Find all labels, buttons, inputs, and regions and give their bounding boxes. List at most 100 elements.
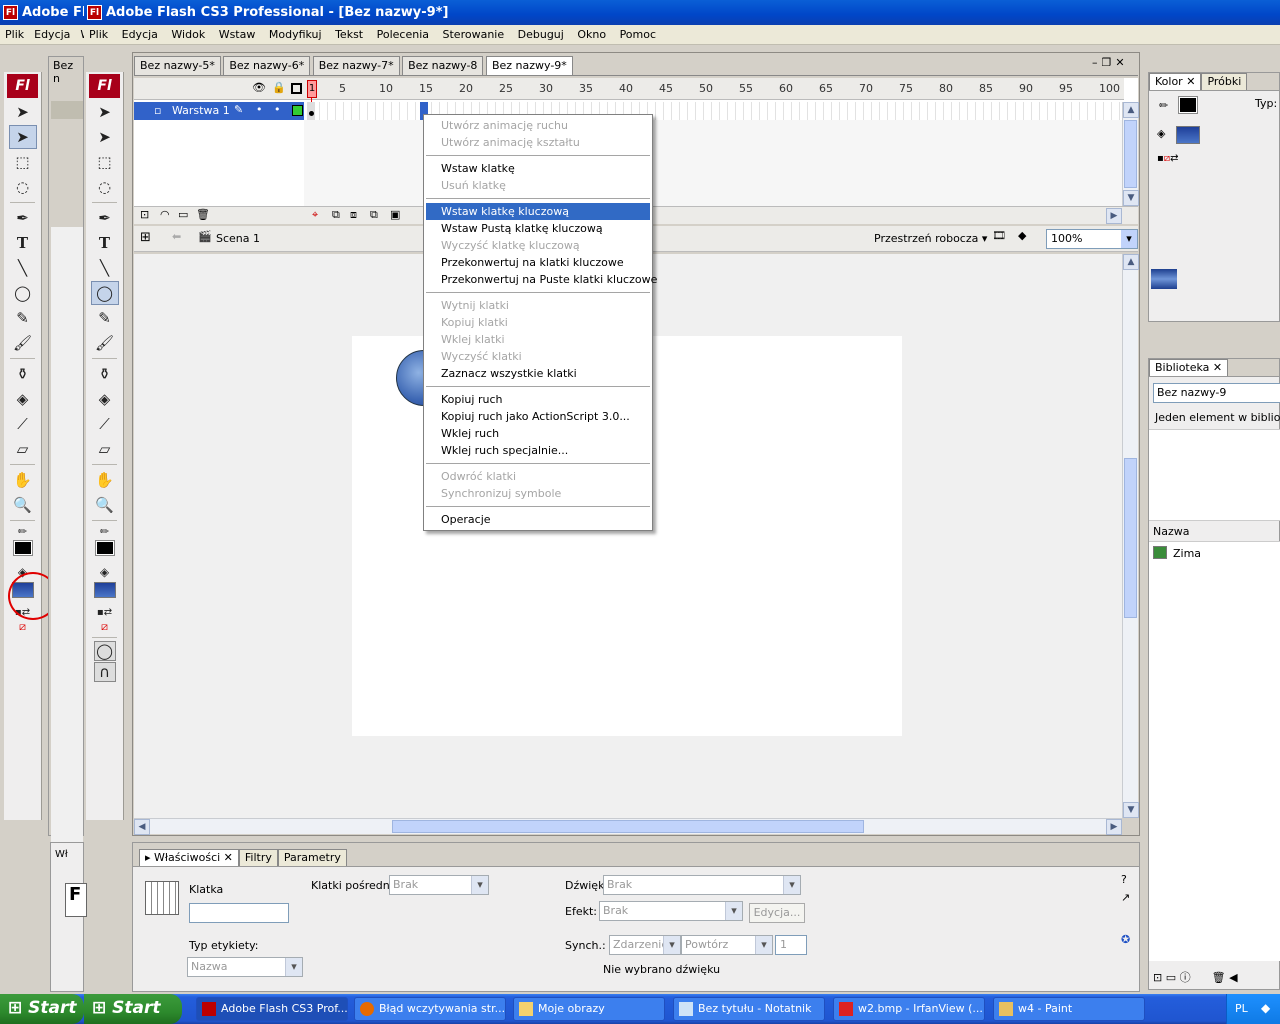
library-doc-select[interactable]: Bez nazwy-9 (1153, 383, 1280, 403)
effect-select[interactable]: Brak (599, 901, 743, 921)
keyframe-dot[interactable] (309, 111, 314, 116)
scroll-left-icon[interactable]: ◀ (1229, 971, 1237, 984)
timeline-vscroll[interactable]: ▲ ▼ (1122, 102, 1139, 206)
stage-hscroll[interactable]: ◀ ▶ (134, 818, 1122, 835)
tab-doc-5[interactable]: Bez nazwy-5* (134, 56, 221, 75)
onion-outlines-icon[interactable]: ⧈ (350, 208, 357, 222)
context-menu-item[interactable]: Kopiuj ruch (424, 391, 652, 408)
edit-symbols-icon[interactable]: ◆ (1018, 229, 1026, 242)
scene-name[interactable]: Scena 1 (216, 232, 260, 245)
free-transform-tool-icon[interactable]: ⬚ (91, 150, 119, 174)
sound-select[interactable]: Brak (603, 875, 801, 895)
object-drawing-icon[interactable]: ◯ (93, 641, 116, 661)
pen-tool-icon[interactable]: ✒ (91, 206, 119, 230)
tween-select[interactable]: Brak (389, 875, 489, 895)
task-irfanview[interactable]: w2.bmp - IrfanView (... (833, 997, 985, 1021)
onion-markers-icon[interactable]: ▣ (390, 208, 400, 221)
brush-tool-icon[interactable]: 🖌 (9, 331, 37, 355)
eyedropper-icon[interactable]: ⟋ (9, 412, 37, 436)
layer-name[interactable]: Warstwa 1 (172, 104, 230, 117)
frame-label-input[interactable] (189, 903, 289, 923)
menu-wstaw[interactable]: Wstaw (214, 25, 261, 44)
text-tool-icon[interactable]: T (9, 231, 37, 255)
back-window-tab[interactable]: Bez n (53, 59, 83, 85)
context-menu-item[interactable]: Operacje (424, 511, 652, 528)
center-frame-icon[interactable]: ⌖ (312, 208, 318, 222)
pencil-tool-icon[interactable]: ✎ (9, 306, 37, 330)
no-color-icon[interactable]: ⧄ (9, 620, 37, 634)
restore-icon[interactable]: ❐ (1102, 56, 1116, 69)
playhead[interactable]: 1 (307, 80, 317, 98)
library-item-zima[interactable]: Zima (1173, 547, 1201, 560)
help-icon[interactable]: ? (1121, 873, 1127, 886)
chevron-down-icon[interactable]: ▾ (1121, 230, 1137, 248)
context-menu-item[interactable]: Wstaw klatkę kluczową (426, 203, 650, 220)
context-menu-item[interactable]: Wklej ruch (424, 425, 652, 442)
properties-icon[interactable]: ⓘ (1180, 971, 1191, 984)
menu-polecenia[interactable]: Polecenia (372, 25, 434, 44)
paint-bucket-icon[interactable]: ◈ (91, 387, 119, 411)
menu-plik[interactable]: Plik (84, 25, 113, 44)
edit-in-place-icon[interactable]: ↗ (1121, 891, 1130, 904)
lock-icon[interactable]: 🔒 (272, 81, 286, 94)
motion-guide-icon[interactable]: ◠ (160, 208, 170, 221)
minimize-icon[interactable]: – (1092, 56, 1102, 69)
hand-tool-icon[interactable]: ✋ (9, 468, 37, 492)
repeat-select[interactable]: Powtórz (681, 935, 773, 955)
panel-fill-swatch[interactable] (1176, 126, 1200, 144)
subselection-tool-icon[interactable]: ➤ (91, 125, 119, 149)
subselection-tool-icon[interactable]: ➤ (8, 125, 37, 149)
stroke-color-swatch[interactable] (12, 540, 33, 556)
swap-colors-icon[interactable]: ▪⇄ (91, 605, 119, 619)
menu-widok[interactable]: Widok (166, 25, 210, 44)
tab-doc-9[interactable]: Bez nazwy-9* (485, 56, 573, 75)
timeline-toggle-icon[interactable]: ⊞ (140, 230, 151, 245)
context-menu-item[interactable]: Przekonwertuj na Puste klatki kluczowe (424, 271, 657, 288)
sync-select[interactable]: Zdarzenie (609, 935, 681, 955)
brush-tool-icon[interactable]: 🖌 (91, 331, 119, 355)
label-type-select[interactable]: Nazwa (187, 957, 303, 977)
edit-scene-icon[interactable]: 🎞 (992, 229, 1006, 242)
paint-bucket-icon[interactable]: ◈ (9, 387, 37, 411)
delete-layer-icon[interactable]: 🗑 (196, 208, 210, 221)
back-menu-edycja[interactable]: Edycja (29, 25, 75, 44)
task-firefox[interactable]: Błąd wczytywania str... (354, 997, 506, 1021)
accessibility-icon[interactable]: ✪ (1121, 933, 1130, 946)
tray-app-icon[interactable]: ◆ (1261, 1001, 1270, 1015)
text-tool-icon[interactable]: T (91, 231, 119, 255)
menu-pomoc[interactable]: Pomoc (615, 25, 661, 44)
tab-doc-7[interactable]: Bez nazwy-7* (312, 56, 400, 75)
new-folder-icon[interactable]: ▭ (178, 208, 188, 221)
task-notepad[interactable]: Bez tytułu - Notatnik (673, 997, 825, 1021)
menu-okno[interactable]: Okno (572, 25, 611, 44)
context-menu-item[interactable]: Zaznacz wszystkie klatki (424, 365, 652, 382)
eye-icon[interactable]: 👁 (252, 81, 266, 94)
tab-wlasciwosci[interactable]: ▸ Właściwości ✕ (139, 849, 239, 866)
outline-icon[interactable] (291, 83, 302, 94)
onion-skin-icon[interactable]: ⧉ (332, 208, 340, 222)
line-tool-icon[interactable]: ╲ (91, 256, 119, 280)
stroke-color-swatch[interactable] (94, 540, 115, 556)
menu-modyfikuj[interactable]: Modyfikuj (264, 25, 327, 44)
context-menu-item[interactable]: Wstaw klatkę (424, 160, 652, 177)
snap-magnet-icon[interactable]: ∩ (93, 662, 116, 682)
delete-icon[interactable]: 🗑 (1212, 971, 1226, 984)
selection-tool-icon[interactable]: ➤ (9, 100, 37, 124)
pencil-tool-icon[interactable]: ✎ (91, 306, 119, 330)
back-arrow-icon[interactable]: ⬅ (172, 230, 181, 243)
layer-row[interactable]: ▫ Warstwa 1 ✎ • • (134, 102, 304, 120)
hand-tool-icon[interactable]: ✋ (91, 468, 119, 492)
no-color-icon[interactable]: ⧄ (91, 620, 119, 634)
task-paint[interactable]: w4 - Paint (993, 997, 1145, 1021)
start-button-back[interactable]: ⊞ Start (0, 994, 84, 1024)
frame-ruler[interactable]: 1510152025303540455055606570758085909510… (304, 78, 1124, 100)
eraser-icon[interactable]: ▱ (9, 437, 37, 461)
eyedropper-icon[interactable]: ⟋ (91, 412, 119, 436)
menu-tekst[interactable]: Tekst (330, 25, 368, 44)
lasso-tool-icon[interactable]: ◌ (91, 175, 119, 199)
start-button[interactable]: ⊞ Start (84, 994, 182, 1024)
repeat-count-input[interactable]: 1 (775, 935, 807, 955)
tab-filtry[interactable]: Filtry (238, 849, 278, 866)
edit-multiple-icon[interactable]: ⧉ (370, 208, 378, 222)
tab-biblioteka[interactable]: Biblioteka ✕ (1149, 359, 1229, 376)
